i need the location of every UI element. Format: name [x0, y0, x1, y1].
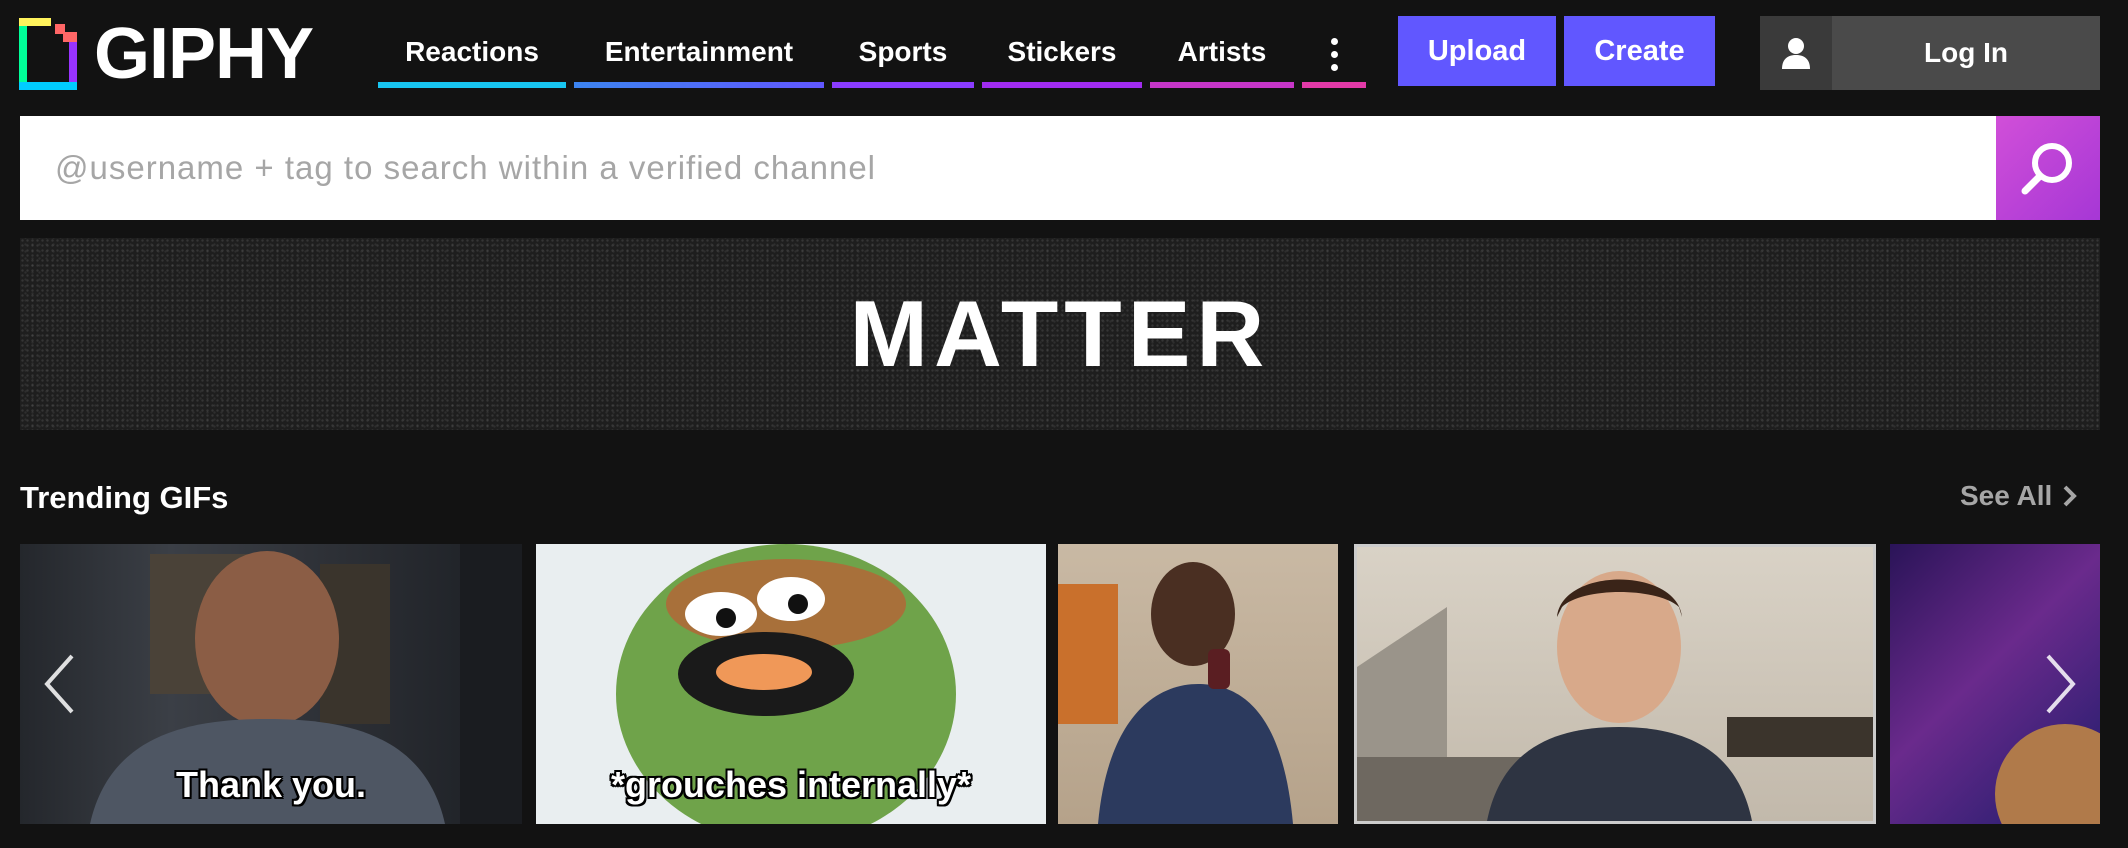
- trending-title: Trending GIFs: [20, 480, 229, 515]
- banner-title: MATTER: [849, 281, 1271, 386]
- create-button[interactable]: Create: [1564, 16, 1715, 86]
- trending-carousel: Thank you. *grouches internally*: [20, 544, 2100, 824]
- more-menu-button[interactable]: [1302, 16, 1366, 88]
- nav-item-label: Reactions: [405, 36, 539, 67]
- nav-underline: [574, 82, 824, 88]
- nav-item-reactions[interactable]: Reactions: [378, 16, 566, 88]
- gif-image-woman: [1058, 562, 1293, 824]
- see-all-label: See All: [1960, 480, 2053, 511]
- search-bar: [20, 116, 2100, 220]
- carousel-next-button[interactable]: [2036, 644, 2086, 724]
- nav-item-label: Sports: [858, 36, 948, 67]
- nav-underline: [378, 82, 566, 88]
- login-button[interactable]: Log In: [1760, 16, 2100, 90]
- nav-item-artists[interactable]: Artists: [1150, 16, 1294, 88]
- category-nav: Reactions Entertainment Sports Stickers …: [378, 16, 1374, 88]
- nav-item-entertainment[interactable]: Entertainment: [574, 16, 824, 88]
- chevron-left-icon: [44, 654, 74, 714]
- gif-thumbnail[interactable]: *grouches internally*: [536, 544, 1046, 824]
- gif-caption: Thank you.: [175, 764, 367, 805]
- nav-underline: [1150, 82, 1294, 88]
- site-header: GIPHY Reactions Entertainment Sports Sti…: [0, 0, 2128, 100]
- more-dots-icon: [1330, 36, 1338, 71]
- nav-item-label: Artists: [1177, 36, 1267, 67]
- gif-image-man-suit: [1357, 571, 1873, 821]
- gif-caption: *grouches internally*: [610, 764, 972, 805]
- nav-underline: [832, 82, 974, 88]
- giphy-logo[interactable]: GIPHY: [19, 14, 314, 94]
- chevron-right-icon: [2063, 485, 2078, 507]
- promo-banner[interactable]: MATTER: [20, 238, 2100, 430]
- search-icon: [2021, 143, 2072, 195]
- nav-item-label: Entertainment: [604, 36, 794, 67]
- nav-item-label: Stickers: [1007, 36, 1117, 67]
- gif-thumbnail[interactable]: [1058, 544, 1338, 824]
- search-button[interactable]: [1996, 116, 2100, 220]
- gif-thumbnail[interactable]: [1354, 544, 1876, 824]
- chevron-right-icon: [2046, 654, 2076, 714]
- logo-wordmark: GIPHY: [94, 14, 314, 94]
- carousel-prev-button[interactable]: [34, 644, 84, 724]
- nav-underline: [982, 82, 1142, 88]
- login-label: Log In: [1924, 37, 2008, 68]
- gif-thumbnail[interactable]: Thank you.: [20, 544, 522, 824]
- search-input[interactable]: [20, 116, 1996, 220]
- giphy-logo-icon: [19, 18, 77, 90]
- see-all-link[interactable]: See All: [1960, 480, 2078, 512]
- nav-item-sports[interactable]: Sports: [832, 16, 974, 88]
- nav-item-stickers[interactable]: Stickers: [982, 16, 1142, 88]
- nav-underline: [1302, 82, 1366, 88]
- user-icon: [1760, 16, 1832, 90]
- upload-button[interactable]: Upload: [1398, 16, 1556, 86]
